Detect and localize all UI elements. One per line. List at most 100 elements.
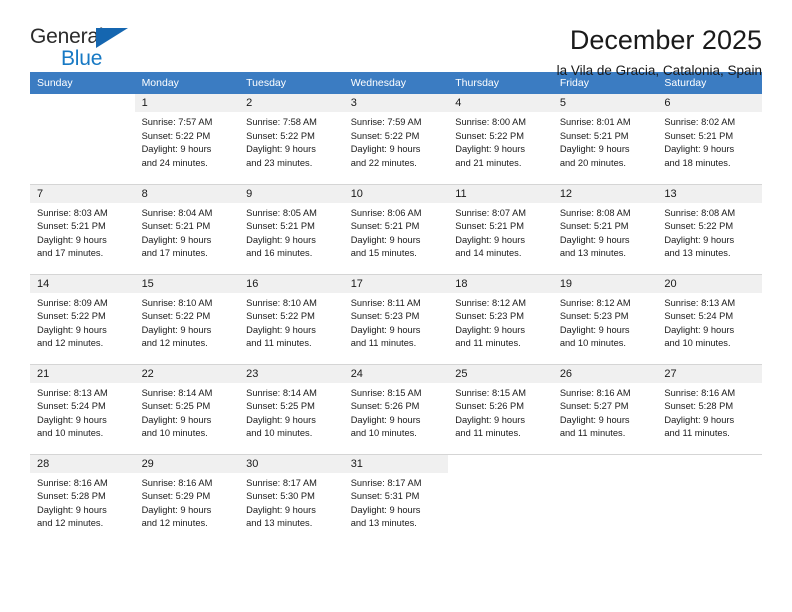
day-number: 4 [448,94,553,112]
daylight-duration-line1: Daylight: 9 hours [141,324,212,335]
daylight-duration-line2: and 13 minutes. [246,518,313,529]
calendar-day-cell[interactable]: 2 Sunrise: 7:58 AM Sunset: 5:22 PM Daylight… [239,94,344,185]
sunset-time: Sunset: 5:28 PM [664,401,734,412]
daylight-duration-line1: Daylight: 9 hours [350,414,421,425]
day-number: 21 [30,364,135,383]
calendar-day-cell[interactable]: 30 Sunrise: 8:17 AM Sunset: 5:30 PM Dayligh… [239,454,344,544]
calendar-day-cell[interactable]: 21 Sunrise: 8:13 AM Sunset: 5:24 PM Dayligh… [30,364,135,455]
calendar-day-cell[interactable]: 9 Sunrise: 8:05 AM Sunset: 5:21 PM Daylight… [239,184,344,275]
day-sun-info: Sunrise: 8:11 AM Sunset: 5:23 PM Daylight:… [344,293,449,352]
day-number: 8 [134,184,240,203]
calendar-day-cell[interactable]: 15 Sunrise: 8:10 AM Sunset: 5:22 PM Dayligh… [134,274,240,365]
generalblue-logo: General Blue [30,26,140,78]
sunset-time: Sunset: 5:21 PM [664,130,734,141]
day-number: 14 [30,274,135,293]
daylight-duration-line1: Daylight: 9 hours [246,504,316,515]
calendar-day-cell[interactable]: 16 Sunrise: 8:10 AM Sunset: 5:22 PM Dayligh… [239,274,344,365]
calendar-day-cell[interactable]: 24 Sunrise: 8:15 AM Sunset: 5:26 PM Dayligh… [343,364,449,455]
sunrise-time: Sunrise: 8:11 AM [350,297,421,308]
calendar-day-cell[interactable]: 5 Sunrise: 8:01 AM Sunset: 5:21 PM Daylight… [552,94,658,185]
day-number: 17 [343,274,449,293]
sunrise-time: Sunrise: 8:16 AM [141,477,213,488]
calendar-day-cell[interactable]: 4 Sunrise: 8:00 AM Sunset: 5:22 PM Daylight… [448,94,553,185]
day-sun-info: Sunrise: 8:12 AM Sunset: 5:23 PM Daylight:… [553,293,658,352]
calendar-day-cell[interactable]: 22 Sunrise: 8:14 AM Sunset: 5:25 PM Dayligh… [134,364,240,455]
day-number: 24 [343,364,449,383]
sunset-time: Sunset: 5:29 PM [141,491,211,502]
sunset-time: Sunset: 5:30 PM [246,491,315,502]
day-sun-info: Sunrise: 8:16 AM Sunset: 5:28 PM Daylight:… [30,473,135,532]
calendar-day-cell[interactable]: 6 Sunrise: 8:02 AM Sunset: 5:21 PM Daylight… [657,94,762,185]
day-sun-info: Sunrise: 8:16 AM Sunset: 5:29 PM Daylight:… [135,473,240,532]
sunset-time: Sunset: 5:28 PM [37,491,106,502]
calendar-day-cell[interactable]: 10 Sunrise: 8:06 AM Sunset: 5:21 PM Dayligh… [343,184,449,275]
day-number: 1 [134,94,240,112]
sunrise-time: Sunrise: 8:16 AM [559,387,631,398]
sunset-time: Sunset: 5:21 PM [141,221,211,232]
sunset-time: Sunset: 5:22 PM [141,130,211,141]
calendar-week-row: 21 Sunrise: 8:13 AM Sunset: 5:24 PM Dayligh… [30,364,762,455]
daylight-duration-line1: Daylight: 9 hours [455,144,526,155]
sunset-time: Sunset: 5:21 PM [559,130,629,141]
day-number: 7 [30,184,135,203]
calendar-day-cell[interactable]: 14 Sunrise: 8:09 AM Sunset: 5:22 PM Dayligh… [30,274,135,365]
calendar-week-row: 7 Sunrise: 8:03 AM Sunset: 5:21 PM Daylight… [30,184,762,275]
day-sun-info: Sunrise: 8:06 AM Sunset: 5:21 PM Daylight:… [344,203,449,262]
daylight-duration-line1: Daylight: 9 hours [350,144,421,155]
sunset-time: Sunset: 5:22 PM [350,130,420,141]
daylight-duration-line1: Daylight: 9 hours [455,324,526,335]
day-sun-info: Sunrise: 8:15 AM Sunset: 5:26 PM Daylight:… [448,383,553,442]
sunset-time: Sunset: 5:21 PM [559,221,629,232]
calendar-day-cell[interactable]: 12 Sunrise: 8:08 AM Sunset: 5:21 PM Dayligh… [552,184,658,275]
day-number: 12 [552,184,658,203]
calendar-day-cell[interactable]: 7 Sunrise: 8:03 AM Sunset: 5:21 PM Daylight… [30,184,135,275]
calendar-day-cell[interactable]: 28 Sunrise: 8:16 AM Sunset: 5:28 PM Dayligh… [30,454,135,544]
calendar-day-cell[interactable]: 19 Sunrise: 8:12 AM Sunset: 5:23 PM Dayligh… [552,274,658,365]
day-sun-info: Sunrise: 8:03 AM Sunset: 5:21 PM Daylight:… [30,203,135,262]
calendar-day-cell[interactable]: 3 Sunrise: 7:59 AM Sunset: 5:22 PM Daylight… [343,94,449,185]
sunrise-time: Sunrise: 8:03 AM [37,207,108,218]
daylight-duration-line1: Daylight: 9 hours [559,324,630,335]
daylight-duration-line2: and 13 minutes. [559,248,626,259]
day-number: 10 [343,184,449,203]
daylight-duration-line2: and 10 minutes. [246,428,313,439]
calendar-day-cell[interactable]: 1 Sunrise: 7:57 AM Sunset: 5:22 PM Daylight… [134,94,240,185]
sunset-time: Sunset: 5:25 PM [141,401,211,412]
calendar-day-cell[interactable]: 20 Sunrise: 8:13 AM Sunset: 5:24 PM Dayligh… [657,274,762,365]
day-number [30,94,135,112]
calendar-day-cell[interactable]: 27 Sunrise: 8:16 AM Sunset: 5:28 PM Dayligh… [657,364,762,455]
calendar-day-cell[interactable]: 17 Sunrise: 8:11 AM Sunset: 5:23 PM Dayligh… [343,274,449,365]
calendar-day-cell[interactable]: 8 Sunrise: 8:04 AM Sunset: 5:21 PM Daylight… [134,184,240,275]
daylight-duration-line2: and 17 minutes. [141,248,208,259]
calendar-day-cell[interactable]: 23 Sunrise: 8:14 AM Sunset: 5:25 PM Dayligh… [239,364,344,455]
sunset-time: Sunset: 5:23 PM [559,311,629,322]
daylight-duration-line2: and 11 minutes. [455,428,521,439]
calendar-day-cell[interactable]: 11 Sunrise: 8:07 AM Sunset: 5:21 PM Dayligh… [448,184,553,275]
calendar-week-row: 28 Sunrise: 8:16 AM Sunset: 5:28 PM Dayligh… [30,454,762,544]
daylight-duration-line1: Daylight: 9 hours [37,504,107,515]
calendar-day-cell[interactable]: 29 Sunrise: 8:16 AM Sunset: 5:29 PM Dayligh… [134,454,240,544]
daylight-duration-line1: Daylight: 9 hours [350,504,421,515]
day-sun-info: Sunrise: 7:57 AM Sunset: 5:22 PM Daylight:… [135,112,240,171]
sunrise-time: Sunrise: 8:00 AM [455,117,527,127]
calendar-day-cell[interactable]: 31 Sunrise: 8:17 AM Sunset: 5:31 PM Dayligh… [343,454,449,544]
daylight-duration-line1: Daylight: 9 hours [559,234,630,245]
day-number: 27 [657,364,762,383]
sunrise-time: Sunrise: 8:01 AM [559,117,631,127]
sunrise-time: Sunrise: 8:06 AM [350,207,422,218]
sunrise-time: Sunrise: 8:04 AM [141,207,213,218]
logo-general-text: General [30,25,104,48]
daylight-duration-line2: and 15 minutes. [350,248,417,259]
calendar-day-cell[interactable]: 25 Sunrise: 8:15 AM Sunset: 5:26 PM Dayligh… [448,364,553,455]
daylight-duration-line1: Daylight: 9 hours [664,414,735,425]
daylight-duration-line2: and 21 minutes. [455,157,522,168]
daylight-duration-line1: Daylight: 9 hours [246,234,316,245]
day-number: 19 [552,274,658,293]
calendar-day-cell[interactable]: 26 Sunrise: 8:16 AM Sunset: 5:27 PM Dayligh… [552,364,658,455]
calendar-day-cell[interactable]: 13 Sunrise: 8:08 AM Sunset: 5:22 PM Dayligh… [657,184,762,275]
sunrise-time: Sunrise: 8:15 AM [350,387,422,398]
calendar-day-cell-empty [30,94,135,185]
calendar-day-cell[interactable]: 18 Sunrise: 8:12 AM Sunset: 5:23 PM Dayligh… [448,274,553,365]
daylight-duration-line2: and 10 minutes. [141,428,208,439]
logo-divider [58,46,60,72]
